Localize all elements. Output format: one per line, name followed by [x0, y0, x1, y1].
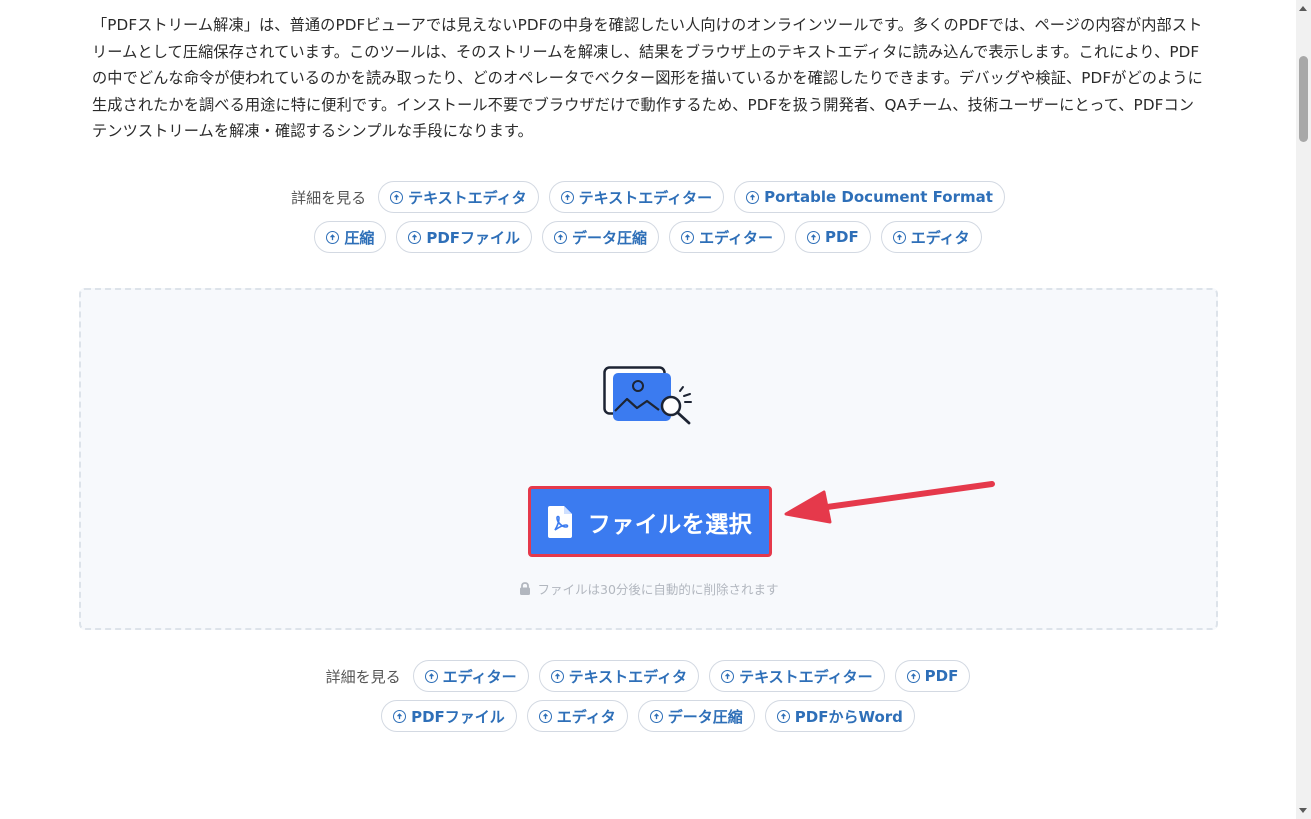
arrow-circle-icon	[776, 709, 790, 723]
tag-chip-label: エディター	[442, 667, 517, 686]
arrow-circle-icon	[393, 709, 407, 723]
tag-chip[interactable]: PDFファイル	[381, 700, 517, 732]
scroll-up-arrow-icon[interactable]	[1299, 6, 1307, 11]
red-arrow-icon	[784, 481, 995, 524]
tag-chip-label: PDFファイル	[411, 707, 505, 726]
upload-dropzone[interactable]: ファイルを選択 ファイルは30分後に自動的に削除されます	[79, 288, 1218, 630]
top-tag-cloud: 詳細を見る テキストエディタ テキストエディター Portable Docume…	[0, 181, 1296, 253]
intro-paragraph: 「PDFストリーム解凍」は、普通のPDFビューアでは見えないPDFの中身を確認し…	[92, 16, 1203, 141]
arrow-circle-icon	[390, 190, 404, 204]
tag-chip[interactable]: テキストエディター	[548, 181, 725, 213]
tag-chip[interactable]: エディタ	[526, 700, 628, 732]
tag-chip[interactable]: エディタ	[880, 221, 982, 253]
tag-chip[interactable]: PDF	[894, 660, 971, 692]
tag-chip-label: データ圧縮	[667, 707, 743, 726]
lock-icon	[519, 582, 530, 595]
arrow-circle-icon	[807, 230, 821, 244]
tag-chip[interactable]: テキストエディタ	[538, 660, 700, 692]
see-more-label: 詳細を見る	[291, 188, 367, 207]
tag-chip[interactable]: PDFファイル	[396, 221, 533, 253]
scroll-down-arrow-icon[interactable]	[1299, 808, 1307, 813]
tag-chip-label: PDFファイル	[426, 228, 521, 247]
tag-chip-label: テキストエディタ	[568, 667, 688, 686]
select-file-button[interactable]: ファイルを選択	[528, 486, 772, 557]
tag-chip[interactable]: PDF	[795, 221, 871, 253]
tag-chip[interactable]: PDFからWord	[764, 700, 915, 732]
tag-chip[interactable]: エディター	[669, 221, 786, 253]
top-tags-row-1: 詳細を見る テキストエディタ テキストエディター Portable Docume…	[291, 181, 1005, 213]
top-tags-row-2: 圧縮 PDFファイル データ圧縮 エディター PDF エディタ	[314, 221, 982, 253]
tag-chip-label: PDF	[825, 228, 859, 246]
arrow-circle-icon	[721, 669, 735, 683]
tag-chip-label: Portable Document Format	[764, 188, 993, 206]
arrow-circle-icon	[408, 230, 422, 244]
arrow-circle-icon	[550, 669, 564, 683]
tag-chip-label: PDF	[924, 667, 959, 685]
tag-chip[interactable]: Portable Document Format	[734, 181, 1005, 213]
arrow-circle-icon	[554, 230, 568, 244]
tag-chip[interactable]: データ圧縮	[637, 700, 755, 732]
pdf-file-icon	[547, 505, 572, 538]
arrow-circle-icon	[892, 230, 906, 244]
arrow-circle-icon	[326, 230, 340, 244]
page-scrollbar[interactable]	[1296, 0, 1311, 819]
tag-chip[interactable]: 圧縮	[314, 221, 387, 253]
auto-delete-note-text: ファイルは30分後に自動的に削除されます	[537, 582, 779, 597]
image-search-icon	[603, 366, 692, 425]
scrollbar-thumb[interactable]	[1299, 56, 1308, 142]
tag-chip-label: データ圧縮	[572, 228, 648, 247]
tag-chip[interactable]: テキストエディター	[709, 660, 885, 692]
tag-chip-label: テキストエディタ	[408, 188, 527, 207]
tag-chip-label: エディタ	[556, 707, 616, 726]
arrow-circle-icon	[538, 709, 552, 723]
tag-chip-label: テキストエディター	[739, 667, 873, 686]
tag-chip[interactable]: エディター	[412, 660, 529, 692]
see-more-label: 詳細を見る	[325, 667, 401, 686]
tag-chip[interactable]: データ圧縮	[542, 221, 660, 253]
tag-chip-label: エディター	[699, 228, 774, 247]
arrow-circle-icon	[746, 190, 760, 204]
arrow-circle-icon	[424, 669, 438, 683]
arrow-circle-icon	[649, 709, 663, 723]
bottom-tags-row-2: PDFファイル エディタ データ圧縮 PDFからWord	[381, 700, 915, 732]
auto-delete-note: ファイルは30分後に自動的に削除されます	[81, 579, 1216, 598]
select-file-button-label: ファイルを選択	[587, 510, 753, 537]
arrow-circle-icon	[906, 669, 920, 683]
bottom-tag-cloud: 詳細を見る エディター テキストエディタ テキストエディター PDF PDFファ…	[0, 660, 1296, 732]
arrow-circle-icon	[560, 190, 574, 204]
tag-chip-label: テキストエディター	[578, 188, 713, 207]
tag-chip-label: 圧縮	[344, 228, 375, 247]
tag-chip-label: PDFからWord	[794, 707, 903, 726]
arrow-circle-icon	[681, 230, 695, 244]
tag-chip-label: エディタ	[910, 228, 970, 247]
bottom-tags-row-1: 詳細を見る エディター テキストエディタ テキストエディター PDF	[326, 660, 971, 692]
tag-chip[interactable]: テキストエディタ	[378, 181, 539, 213]
